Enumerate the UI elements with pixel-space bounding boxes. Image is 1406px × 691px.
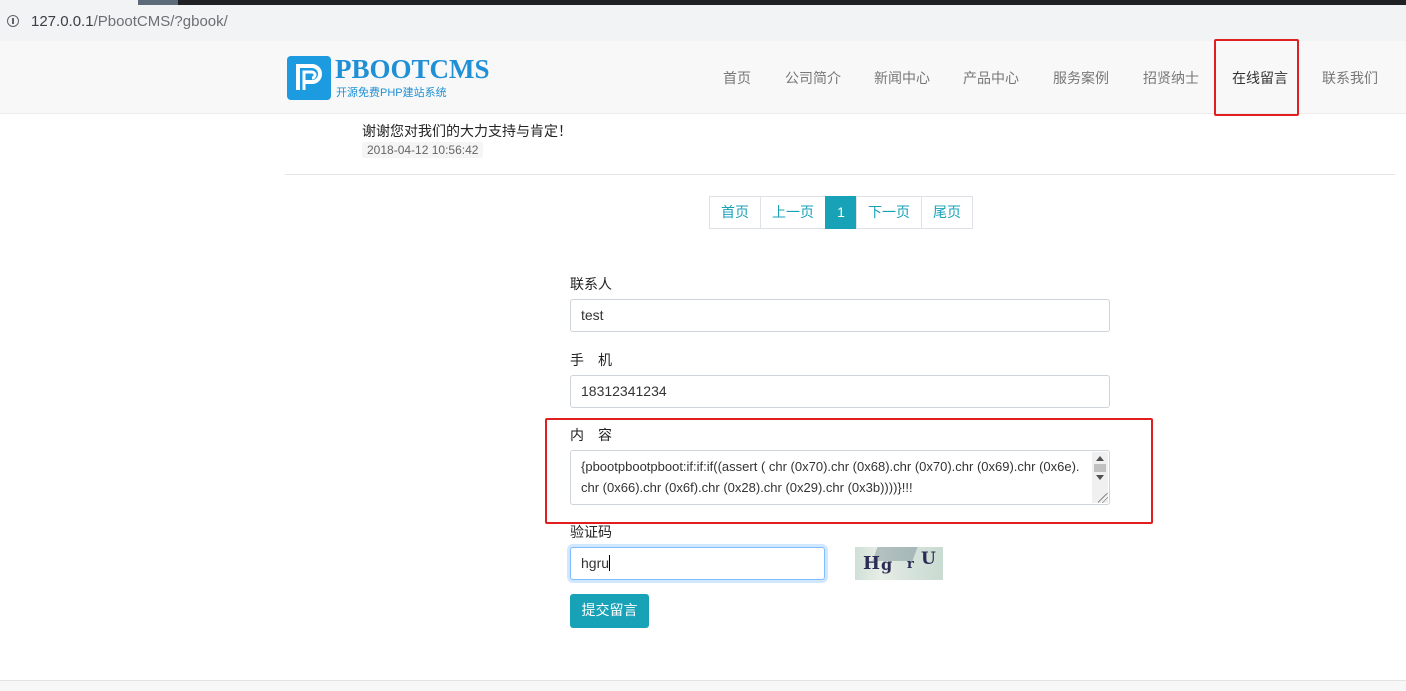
- url-path: /PbootCMS/?gbook/: [93, 13, 228, 30]
- message-divider: [285, 174, 1395, 175]
- url-text[interactable]: 127.0.0.1/PbootCMS/?gbook/: [31, 13, 228, 30]
- captcha-char: g: [881, 555, 893, 574]
- phone-label: 手 机: [570, 353, 612, 369]
- captcha-image[interactable]: H g r U: [855, 547, 943, 580]
- main-nav: 首页 公司简介 新闻中心 产品中心 服务案例 招贤纳士 在线留言 联系我们: [0, 41, 1406, 113]
- submit-message-button[interactable]: 提交留言: [570, 594, 649, 628]
- page-first-button[interactable]: 首页: [709, 196, 761, 229]
- content-highlight-annotation: [545, 418, 1153, 524]
- info-icon[interactable]: [7, 15, 19, 27]
- page-current-button[interactable]: 1: [825, 196, 857, 229]
- page-prev-button[interactable]: 上一页: [760, 196, 826, 229]
- page-next-button[interactable]: 下一页: [856, 196, 922, 229]
- page-last-button[interactable]: 尾页: [921, 196, 973, 229]
- contact-input[interactable]: test: [570, 299, 1110, 332]
- site-header: PBOOTCMS 开源免费PHP建站系统 首页 公司简介 新闻中心 产品中心 服…: [0, 41, 1406, 114]
- contact-label: 联系人: [570, 277, 612, 293]
- nav-item-about[interactable]: 公司简介: [785, 68, 841, 88]
- captcha-label: 验证码: [570, 525, 612, 541]
- message-date: 2018-04-12 10:56:42: [362, 142, 484, 158]
- captcha-char: r: [907, 557, 914, 572]
- nav-item-news[interactable]: 新闻中心: [874, 68, 930, 88]
- address-bar[interactable]: 127.0.0.1/PbootCMS/?gbook/: [0, 5, 1406, 42]
- footer-area: [0, 681, 1406, 691]
- nav-item-cases[interactable]: 服务案例: [1053, 68, 1109, 88]
- nav-item-products[interactable]: 产品中心: [963, 68, 1019, 88]
- nav-item-contact[interactable]: 联系我们: [1322, 68, 1378, 88]
- captcha-char: U: [921, 549, 936, 569]
- url-host: 127.0.0.1: [31, 13, 94, 30]
- captcha-char: H: [863, 553, 881, 574]
- nav-item-jobs[interactable]: 招贤纳士: [1143, 68, 1199, 88]
- nav-item-home[interactable]: 首页: [723, 68, 751, 88]
- message-reply: 谢谢您对我们的大力支持与肯定！: [362, 124, 572, 140]
- text-caret: [609, 555, 611, 571]
- captcha-input-value: hgru: [581, 555, 610, 571]
- captcha-input[interactable]: hgru: [570, 547, 825, 580]
- pagination: 首页 上一页 1 下一页 尾页: [709, 196, 973, 229]
- phone-input[interactable]: 18312341234: [570, 375, 1110, 408]
- nav-highlight-annotation: [1214, 39, 1299, 116]
